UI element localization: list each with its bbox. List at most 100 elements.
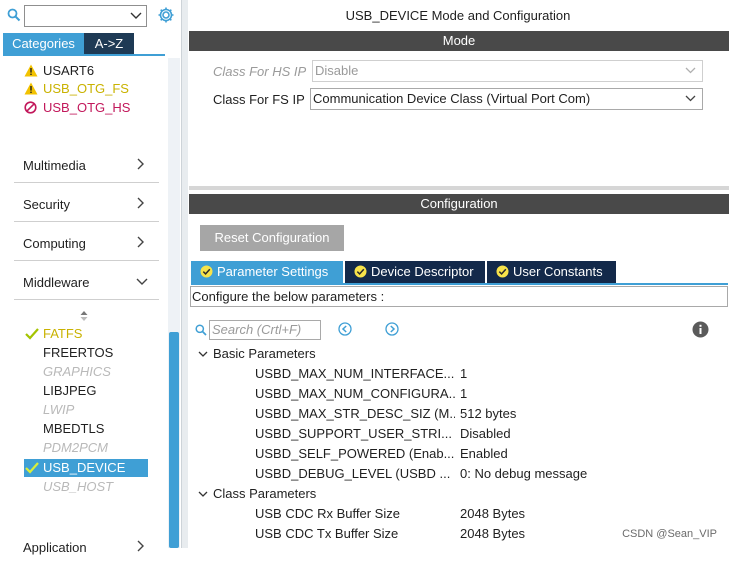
param-value: 2048 Bytes [460,526,526,541]
fs-class-select[interactable]: Communication Device Class (Virtual Port… [310,88,703,110]
list-item-usb-device[interactable]: USB_DEVICE [24,459,148,477]
param-name: USBD_SUPPORT_USER_STRI... [255,426,452,441]
chevron-down-icon [198,491,208,497]
category-computing[interactable]: Computing [14,223,159,261]
list-item-label: LIBJPEG [43,383,97,398]
hs-class-value: Disable [315,63,359,78]
check-circle-icon [354,265,367,278]
configuration-section-header: Configuration [189,194,729,214]
check-circle-icon [496,265,509,278]
section-divider[interactable] [189,186,729,190]
list-item-label: GRAPHICS [43,364,111,379]
tab-device-descriptor[interactable]: Device Descriptor [345,261,485,283]
blocked-icon [24,101,37,114]
left-scrollbar-thumb[interactable] [169,332,179,548]
category-label: Middleware [23,275,90,290]
param-value: Enabled [460,446,508,461]
search-icon[interactable] [7,8,21,22]
hs-class-label: Class For HS IP [213,64,307,79]
list-item-label: USB_DEVICE [43,460,126,475]
category-label: Computing [23,236,86,251]
warning-icon [24,82,38,95]
param-name: USBD_MAX_NUM_INTERFACE... [255,366,455,381]
tab-label: User Constants [513,264,603,279]
list-item-fatfs[interactable]: FATFS [24,325,148,343]
chevron-down-icon [136,278,148,286]
category-tabs: Categories A->Z [0,33,181,54]
tab-parameter-settings[interactable]: Parameter Settings [191,261,343,283]
tab-label: Parameter Settings [217,264,329,279]
list-item-label: MBEDTLS [43,421,105,436]
list-item-label: FREERTOS [43,345,114,360]
category-middleware[interactable]: Middleware [14,262,159,300]
chevron-down-icon [685,67,696,74]
info-icon[interactable] [692,321,709,338]
search-row [0,0,181,32]
param-name: USBD_SELF_POWERED (Enab... [255,446,455,461]
chevron-right-icon [137,540,145,552]
param-value: 2048 Bytes [460,506,526,521]
hs-class-select[interactable]: Disable [312,60,703,82]
param-value: 1 [460,386,468,401]
reset-configuration-button[interactable]: Reset Configuration [200,225,344,251]
chevron-down-icon [198,351,208,357]
tab-a-z[interactable]: A->Z [84,33,134,54]
sort-icon[interactable] [80,311,88,321]
list-item-label: LWIP [43,402,75,417]
param-name: USBD_DEBUG_LEVEL (USBD ... [255,466,451,481]
category-security[interactable]: Security [14,184,159,222]
list-item-freertos[interactable]: FREERTOS [24,344,148,362]
list-item-label: USART6 [43,63,95,78]
page-title: USB_DEVICE Mode and Configuration [345,8,571,23]
list-item-mbedtls[interactable]: MBEDTLS [24,420,148,438]
list-item-label: USB_HOST [43,479,114,494]
param-value: 512 bytes [460,406,517,421]
list-item-pdm2pcm[interactable]: PDM2PCM [24,439,148,457]
parameter-search-input[interactable]: Search (Crtl+F) [209,320,321,340]
chevron-right-icon [137,197,145,209]
category-application[interactable]: Application [14,525,159,563]
chevron-down-icon[interactable] [130,12,142,20]
param-name: USB CDC Rx Buffer Size [255,506,400,521]
tab-user-constants[interactable]: User Constants [487,261,616,283]
next-match-icon[interactable] [385,322,399,336]
list-item-graphics[interactable]: GRAPHICS [24,363,148,381]
chevron-right-icon [137,236,145,248]
list-item-label: USB_OTG_FS [43,81,129,96]
category-label: Security [23,197,70,212]
param-value: 1 [460,366,468,381]
group-label: Basic Parameters [213,346,316,361]
list-item-lwip[interactable]: LWIP [24,401,148,419]
tab-label: Device Descriptor [371,264,474,279]
list-item-label: USB_OTG_HS [43,100,131,115]
list-item-label: PDM2PCM [43,440,109,455]
param-name: USB CDC Tx Buffer Size [255,526,399,541]
group-label: Class Parameters [213,486,317,501]
previous-match-icon[interactable] [338,322,352,336]
panel-splitter[interactable] [181,0,188,548]
param-name: USBD_MAX_STR_DESC_SIZ (M... [255,406,455,421]
watermark-text: CSDN @Sean_VIP [622,528,717,540]
chevron-right-icon [137,158,145,170]
category-label: Multimedia [23,158,86,173]
gear-icon[interactable] [157,6,175,24]
fs-class-label: Class For FS IP [213,92,305,107]
main-panel: USB_DEVICE Mode and Configuration Mode C… [188,0,733,548]
check-icon [25,462,39,474]
search-icon [195,324,207,336]
param-name: USBD_MAX_NUM_CONFIGURA... [255,386,455,401]
list-item-usb-host[interactable]: USB_HOST [24,478,148,496]
list-item-label: FATFS [43,326,83,341]
tab-categories[interactable]: Categories [3,33,84,54]
left-panel: Categories A->Z USART6 USB_OTG_FS USB_OT… [0,0,181,555]
fs-class-value: Communication Device Class (Virtual Port… [313,91,591,106]
check-icon [25,328,39,340]
check-circle-icon [200,265,213,278]
tab-underline [3,54,165,56]
configure-caption: Configure the below parameters : [190,286,728,307]
param-value: Disabled [460,426,511,441]
list-item-libjpeg[interactable]: LIBJPEG [24,382,148,400]
search-input[interactable] [24,5,147,27]
category-multimedia[interactable]: Multimedia [14,145,159,183]
tab-underline [191,283,728,285]
